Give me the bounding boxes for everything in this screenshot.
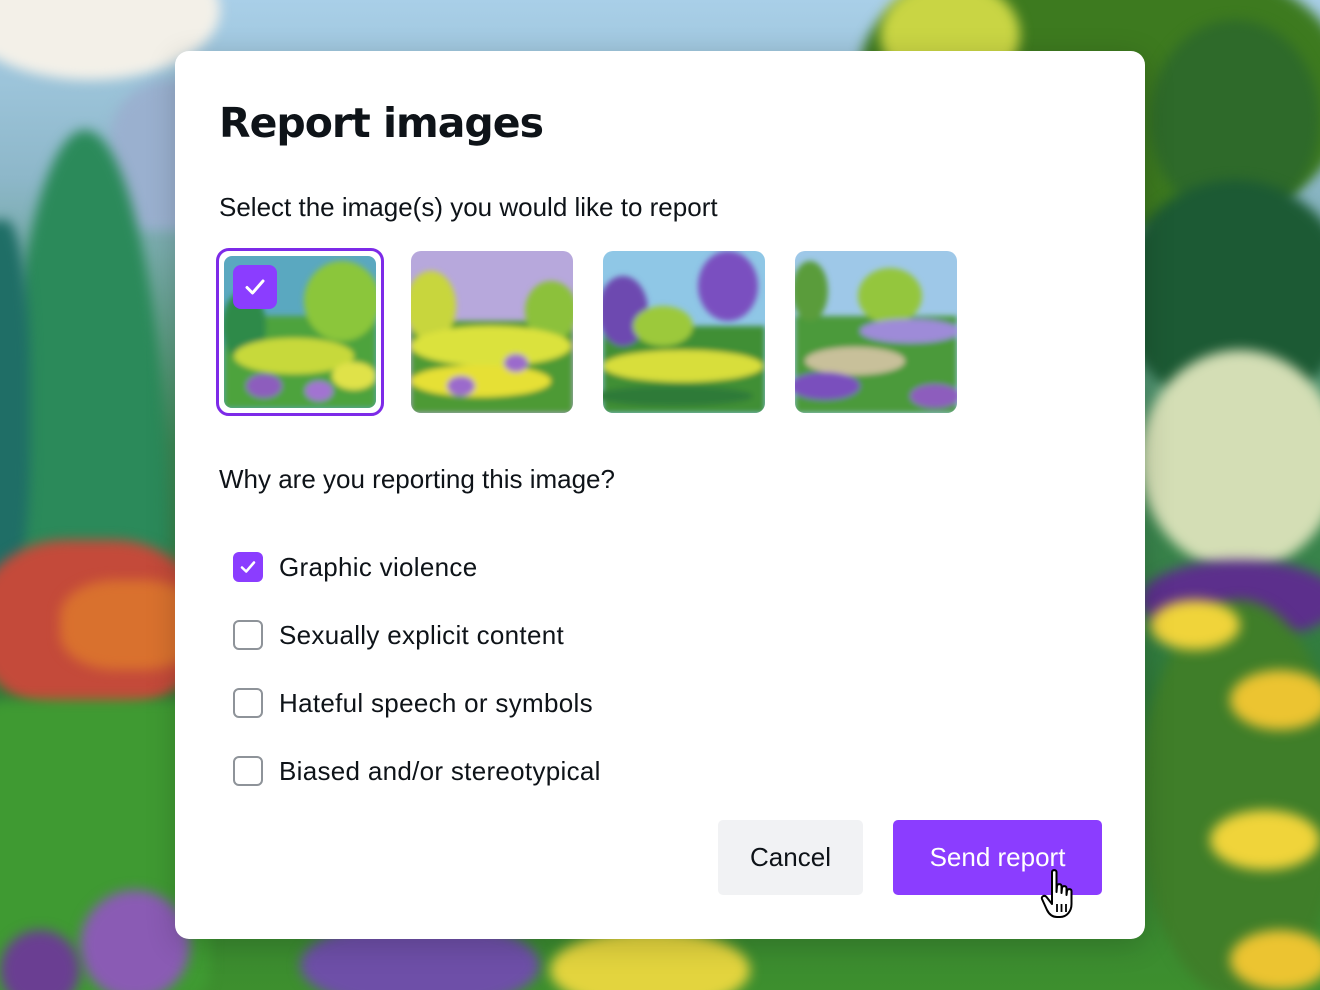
reason-checkbox[interactable] bbox=[233, 756, 263, 786]
reason-hateful-speech[interactable]: Hateful speech or symbols bbox=[233, 669, 601, 737]
reason-checkbox-checked[interactable] bbox=[233, 552, 263, 582]
reason-label: Sexually explicit content bbox=[279, 619, 564, 650]
hand-pointer-icon bbox=[1040, 869, 1073, 918]
garden-image-3 bbox=[603, 251, 765, 413]
checkmark-icon bbox=[245, 279, 265, 295]
report-images-dialog: Report images Select the image(s) you wo… bbox=[175, 51, 1145, 939]
cancel-button[interactable]: Cancel bbox=[718, 820, 863, 895]
garden-image-2 bbox=[411, 251, 573, 413]
reason-sexually-explicit[interactable]: Sexually explicit content bbox=[233, 601, 601, 669]
reason-checkbox[interactable] bbox=[233, 620, 263, 650]
reason-checkbox[interactable] bbox=[233, 688, 263, 718]
select-images-prompt: Select the image(s) you would like to re… bbox=[219, 192, 718, 222]
image-thumbnail-1[interactable] bbox=[216, 248, 384, 416]
image-thumbnail-list bbox=[216, 248, 957, 416]
reason-biased-stereotypical[interactable]: Biased and/or stereotypical bbox=[233, 737, 601, 805]
dialog-title: Report images bbox=[219, 99, 544, 147]
garden-image-4 bbox=[795, 251, 957, 413]
reason-graphic-violence[interactable]: Graphic violence bbox=[233, 533, 601, 601]
selected-check-badge bbox=[233, 265, 277, 309]
image-thumbnail-2[interactable] bbox=[411, 251, 573, 413]
reason-label: Biased and/or stereotypical bbox=[279, 755, 601, 786]
reason-label: Hateful speech or symbols bbox=[279, 687, 593, 718]
image-thumbnail-4[interactable] bbox=[795, 251, 957, 413]
image-thumbnail-3[interactable] bbox=[603, 251, 765, 413]
report-reasons-list: Graphic violence Sexually explicit conte… bbox=[233, 533, 601, 805]
checkmark-icon bbox=[240, 561, 256, 573]
reason-prompt: Why are you reporting this image? bbox=[219, 464, 615, 494]
reason-label: Graphic violence bbox=[279, 551, 478, 582]
